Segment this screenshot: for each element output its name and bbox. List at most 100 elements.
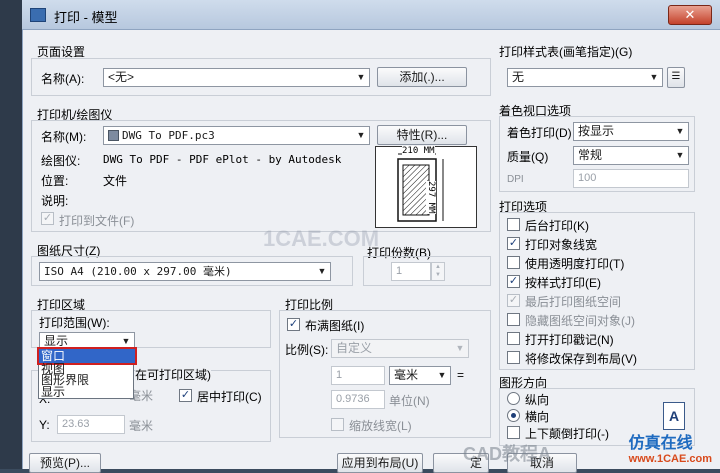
- paperspace-last-checkbox[interactable]: ✓: [507, 294, 520, 307]
- scale-ratio-select[interactable]: 自定义 ▼: [331, 339, 469, 358]
- location-value: 文件: [103, 174, 128, 188]
- offset-y-unit: 毫米: [129, 419, 154, 433]
- copies-spinner[interactable]: ▲ ▼: [431, 262, 445, 281]
- landscape-label: 横向: [525, 410, 550, 424]
- printer-name-value: DWG To PDF.pc3: [122, 129, 215, 142]
- plot-style-select[interactable]: 无 ▼: [507, 68, 663, 87]
- dpi-input[interactable]: 100: [573, 169, 689, 188]
- quality-select[interactable]: 常规 ▼: [573, 146, 689, 165]
- window-title: 打印 - 模型: [54, 10, 118, 25]
- plot-stamp-checkbox[interactable]: [507, 332, 520, 345]
- paper-size-value: ISO A4 (210.00 x 297.00 毫米): [44, 265, 232, 278]
- chevron-down-icon: ▼: [356, 72, 366, 82]
- portrait-label: 纵向: [525, 393, 550, 407]
- orientation-preview-icon: A: [663, 402, 685, 430]
- plot-range-option-display[interactable]: 显示: [41, 385, 65, 399]
- quality-value: 常规: [578, 148, 603, 162]
- equals-sign: =: [457, 368, 465, 382]
- center-plot-checkbox[interactable]: ✓: [179, 389, 192, 402]
- brand-watermark: 仿真在线 www.1CAE.com: [629, 429, 712, 465]
- plot-style-value: 无: [512, 70, 525, 84]
- page-setup-name-select[interactable]: <无> ▼: [103, 68, 370, 87]
- chevron-down-icon: ▼: [649, 72, 659, 82]
- save-changes-label: 将修改保存到布局(V): [525, 352, 637, 366]
- printer-name-label: 名称(M):: [41, 130, 87, 144]
- plot-transparency-label: 使用透明度打印(T): [525, 257, 625, 271]
- apply-to-layout-button[interactable]: 应用到布局(U): [337, 453, 423, 473]
- plotter-value: DWG To PDF - PDF ePlot - by Autodesk: [103, 153, 342, 166]
- plot-range-label: 打印范围(W):: [39, 316, 110, 330]
- fit-to-paper-checkbox[interactable]: ✓: [287, 318, 300, 331]
- save-changes-checkbox[interactable]: [507, 351, 520, 364]
- scale-ratio-label: 比例(S):: [285, 343, 329, 357]
- print-to-file-checkbox[interactable]: ✓: [41, 212, 54, 225]
- plot-offset-title: 在可打印区域): [135, 366, 211, 383]
- background-plot-label: 后台打印(K): [525, 219, 589, 233]
- page-setup-name-label: 名称(A):: [41, 72, 85, 86]
- scale-lineweights-label: 缩放线宽(L): [349, 419, 412, 433]
- dpi-label: DPI: [507, 174, 524, 185]
- paper-height-label: 297 MM: [426, 181, 436, 214]
- paper-preview: 210 MM 297 MM: [375, 146, 477, 228]
- plot-stamp-label: 打开打印戳记(N): [525, 333, 614, 347]
- print-icon: [30, 8, 46, 22]
- quality-label: 质量(Q): [507, 150, 549, 164]
- shade-plot-value: 按显示: [578, 124, 615, 138]
- landscape-radio[interactable]: [507, 409, 520, 422]
- paper-size-select[interactable]: ISO A4 (210.00 x 297.00 毫米) ▼: [39, 262, 331, 281]
- printer-properties-button[interactable]: 特性(R)...: [377, 125, 467, 145]
- brand-cn-text: 仿真在线: [628, 435, 693, 452]
- scale-unit-value: 毫米: [394, 368, 419, 382]
- plot-lineweights-label: 打印对象线宽: [525, 238, 598, 252]
- fit-to-paper-label: 布满图纸(I): [305, 319, 365, 333]
- edit-table-icon: ☰: [671, 71, 681, 82]
- scale-ratio-value: 自定义: [336, 341, 373, 355]
- watermark-wechat: CAD教程A: [463, 444, 551, 464]
- offset-y-input[interactable]: 23.63: [57, 415, 125, 434]
- scale-unit-select[interactable]: 毫米 ▼: [389, 366, 451, 385]
- shade-plot-select[interactable]: 按显示 ▼: [573, 122, 689, 141]
- plot-range-option-window[interactable]: 窗口: [37, 347, 137, 365]
- print-dialog: 页面设置 名称(A): <无> ▼ 添加(.)... 打印机/绘图仪 名称(M)…: [22, 30, 720, 473]
- background-strip: [0, 0, 22, 469]
- add-page-setup-button[interactable]: 添加(.)...: [377, 67, 467, 87]
- hide-paperspace-label: 隐藏图纸空间对象(J): [525, 314, 635, 328]
- plot-style-title: 打印样式表(画笔指定)(G): [499, 45, 633, 59]
- plot-transparency-checkbox[interactable]: [507, 256, 520, 269]
- paperspace-last-label: 最后打印图纸空间: [525, 295, 622, 309]
- edit-plot-style-button[interactable]: ☰: [667, 67, 685, 88]
- center-plot-label: 居中打印(C): [197, 390, 262, 404]
- chevron-down-icon: ▼: [356, 130, 366, 140]
- chevron-down-icon: ▼: [317, 266, 327, 276]
- copies-input[interactable]: 1: [391, 262, 431, 281]
- printer-name-select[interactable]: DWG To PDF.pc3 ▼: [103, 126, 370, 145]
- location-label: 位置:: [41, 174, 69, 188]
- description-label: 说明:: [41, 194, 69, 208]
- close-button[interactable]: ✕: [668, 5, 712, 25]
- plot-with-styles-label: 按样式打印(E): [525, 276, 601, 290]
- plotter-label: 绘图仪:: [41, 154, 81, 168]
- title-bar: 打印 - 模型 ✕: [22, 0, 720, 30]
- chevron-down-icon: ▼: [455, 343, 465, 353]
- scale-value-input[interactable]: 1: [331, 366, 385, 385]
- scale-units-input[interactable]: 0.9736: [331, 390, 385, 409]
- print-to-file-label: 打印到文件(F): [59, 214, 135, 228]
- offset-y-label: Y:: [39, 418, 50, 432]
- upside-down-checkbox[interactable]: [507, 426, 520, 439]
- scale-lineweights-checkbox[interactable]: [331, 418, 344, 431]
- plotter-icon: [108, 130, 119, 141]
- brand-en-text: www.1CAE.com: [628, 453, 712, 465]
- plot-with-styles-checkbox[interactable]: ✓: [507, 275, 520, 288]
- background-plot-checkbox[interactable]: [507, 218, 520, 231]
- plot-range-value: 显示: [44, 334, 69, 348]
- plot-lineweights-checkbox[interactable]: ✓: [507, 237, 520, 250]
- chevron-down-icon: ▼: [675, 126, 685, 136]
- hide-paperspace-checkbox[interactable]: [507, 313, 520, 326]
- chevron-down-icon: ▼: [675, 150, 685, 160]
- portrait-radio[interactable]: [507, 392, 520, 405]
- shade-plot-label: 着色打印(D): [507, 126, 572, 140]
- scale-units-label: 单位(N): [389, 394, 430, 408]
- watermark-center: 1CAE.COM: [263, 226, 380, 251]
- preview-button[interactable]: 预览(P)...: [29, 453, 101, 473]
- page-setup-name-value: <无>: [108, 70, 135, 84]
